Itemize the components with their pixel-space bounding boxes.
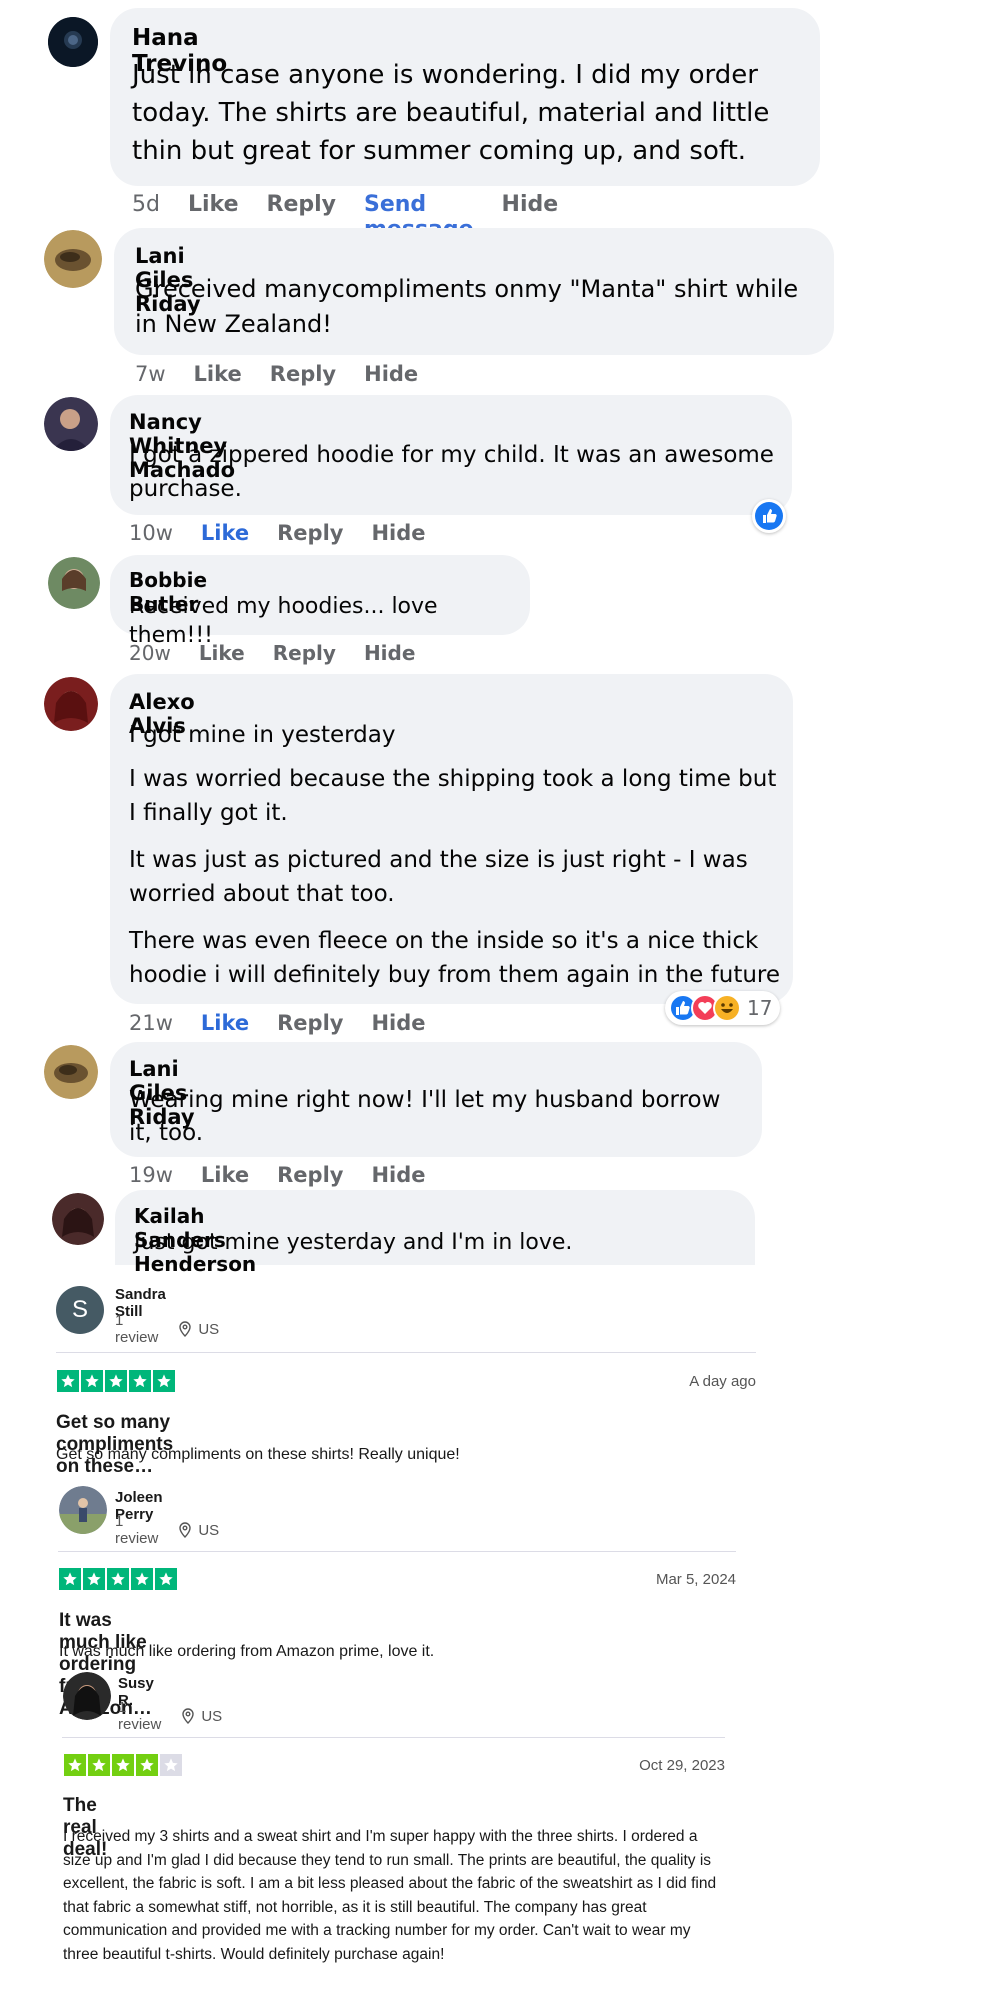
reviewer-country: US <box>198 1320 220 1338</box>
avatar[interactable] <box>52 1193 104 1245</box>
reviewer-country: US <box>201 1707 223 1725</box>
avatar[interactable]: S <box>56 1286 104 1334</box>
star-rating <box>64 1754 184 1776</box>
star-icon <box>153 1370 175 1392</box>
comment-text: Just in case anyone is wondering. I did … <box>132 60 770 166</box>
review-date: A day ago <box>689 1373 756 1390</box>
comment-paragraph: It was just as pictured and the size is … <box>129 847 748 907</box>
review-date: Mar 5, 2024 <box>655 1571 736 1588</box>
avatar[interactable] <box>44 677 98 731</box>
star-icon <box>88 1754 110 1776</box>
star-icon <box>129 1370 151 1392</box>
comment-text: Greceived manycompliments onmy "Manta" s… <box>135 275 799 338</box>
review-body: I received my 3 shirts and a sweat shirt… <box>63 1828 717 1963</box>
star-icon <box>57 1370 79 1392</box>
divider <box>58 1551 736 1552</box>
like-button[interactable]: Like <box>201 1163 249 1187</box>
comment-time[interactable]: 7w <box>135 362 166 386</box>
review-body: Get so many compliments on these shirts!… <box>56 1446 460 1463</box>
hide-button[interactable]: Hide <box>364 641 415 665</box>
comment-actions: 21w Like Reply Hide <box>129 1011 454 1035</box>
like-button[interactable]: Like <box>194 362 242 386</box>
like-reaction-icon[interactable] <box>752 499 786 533</box>
location-pin-icon <box>179 1522 192 1538</box>
star-icon <box>112 1754 134 1776</box>
comment-time[interactable]: 5d <box>132 192 160 217</box>
like-button[interactable]: Like <box>188 192 239 217</box>
reply-button[interactable]: Reply <box>277 1011 343 1035</box>
like-button[interactable]: Like <box>199 641 245 665</box>
avatar[interactable] <box>63 1672 111 1720</box>
review-body: It was much like ordering from Amazon pr… <box>59 1643 435 1660</box>
hide-button[interactable]: Hide <box>371 1163 425 1187</box>
review-count: 1 review <box>115 1513 159 1547</box>
reply-button[interactable]: Reply <box>270 362 336 386</box>
divider <box>56 1352 756 1353</box>
reactions-summary[interactable]: 17 <box>665 991 781 1025</box>
location-pin-icon <box>182 1708 195 1724</box>
comment-paragraph: I was worried because the shipping took … <box>129 766 777 826</box>
star-icon <box>131 1568 153 1590</box>
comment-paragraph: I got mine in yesterday <box>129 722 396 748</box>
avatar[interactable] <box>44 397 98 451</box>
star-icon <box>136 1754 158 1776</box>
hide-button[interactable]: Hide <box>502 192 559 217</box>
like-button[interactable]: Like <box>201 1011 249 1035</box>
avatar[interactable] <box>48 17 98 67</box>
star-icon <box>155 1568 177 1590</box>
comment-actions: 19w Like Reply Hide <box>129 1163 454 1187</box>
comment-actions: 7w Like Reply Hide <box>135 362 446 386</box>
comment-text: Wearing mine right now! I'll let my husb… <box>129 1087 721 1146</box>
star-rating <box>59 1568 179 1590</box>
comment-time[interactable]: 20w <box>129 641 171 665</box>
star-icon <box>105 1370 127 1392</box>
hide-button[interactable]: Hide <box>371 521 425 545</box>
reviewer-meta: 1 review US <box>115 1312 219 1346</box>
star-icon <box>64 1754 86 1776</box>
comment-actions: 10w Like Reply Hide <box>129 521 454 545</box>
location-pin-icon <box>179 1321 192 1337</box>
avatar-initial: S <box>71 1296 88 1323</box>
avatar[interactable] <box>44 230 102 288</box>
comment-time[interactable]: 10w <box>129 521 173 545</box>
reaction-count: 17 <box>747 996 773 1020</box>
review-count: 1 review <box>118 1699 162 1733</box>
hide-button[interactable]: Hide <box>371 1011 425 1035</box>
divider <box>62 1737 725 1738</box>
reviewer-meta: 1 review US <box>115 1513 219 1547</box>
comment-actions: 20w Like Reply Hide <box>129 641 443 665</box>
star-icon <box>83 1568 105 1590</box>
comment-time[interactable]: 19w <box>129 1163 173 1187</box>
star-icon <box>81 1370 103 1392</box>
star-icon <box>59 1568 81 1590</box>
comment-time[interactable]: 21w <box>129 1011 173 1035</box>
reviewer-country: US <box>198 1521 220 1539</box>
avatar[interactable] <box>44 1045 98 1099</box>
hide-button[interactable]: Hide <box>364 362 418 386</box>
avatar[interactable] <box>48 557 100 609</box>
haha-reaction-icon <box>713 994 741 1022</box>
avatar[interactable] <box>59 1486 107 1534</box>
comment-text: Just got mine yesterday and I'm in love. <box>134 1230 573 1255</box>
star-icon <box>107 1568 129 1590</box>
reply-button[interactable]: Reply <box>277 521 343 545</box>
star-rating <box>57 1370 177 1392</box>
reviewer-meta: 1 review US <box>118 1699 222 1733</box>
review-count: 1 review <box>115 1312 159 1346</box>
star-icon <box>160 1754 182 1776</box>
reply-button[interactable]: Reply <box>273 641 336 665</box>
reply-button[interactable]: Reply <box>267 192 337 217</box>
review-date: Oct 29, 2023 <box>639 1757 725 1774</box>
reply-button[interactable]: Reply <box>277 1163 343 1187</box>
comment-paragraph: There was even fleece on the inside so i… <box>129 928 781 988</box>
comment-text: I got a zippered hoodie for my child. It… <box>129 442 774 502</box>
like-button[interactable]: Like <box>201 521 249 545</box>
